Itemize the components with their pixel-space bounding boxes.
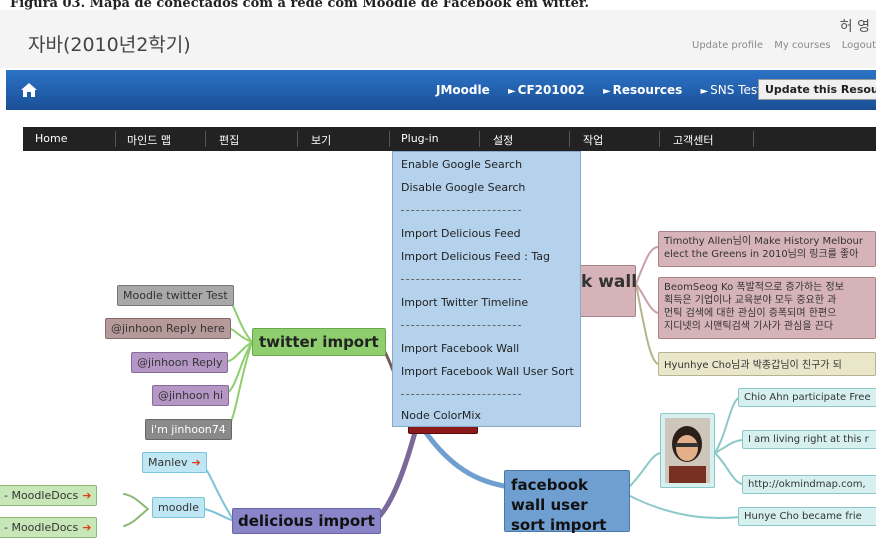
my-courses-link[interactable]: My courses (774, 40, 830, 51)
delicious-child-node[interactable]: moodle (152, 497, 205, 518)
logout-link[interactable]: Logout (842, 40, 876, 51)
menu-item-import-facebook-wall[interactable]: Import Facebook Wall (401, 342, 519, 355)
delicious-child-node[interactable]: - MoodleDocs ➔ (0, 517, 98, 538)
update-resource-button[interactable]: Update this Resource (758, 79, 876, 100)
delicious-child-label: - MoodleDocs (4, 489, 79, 502)
facebook-user-post[interactable]: http://okmindmap.com, (742, 475, 876, 494)
menu-divider (297, 131, 298, 147)
plugin-dropdown-menu: Enable Google Search Disable Google Sear… (392, 151, 581, 427)
menu-settings[interactable]: 설정 (493, 132, 513, 148)
facebook-wall-post[interactable]: Hyunhye Cho님과 박종갑님이 친구가 되 (658, 352, 876, 376)
link-deli-4 (123, 508, 149, 527)
link-fb-photo (629, 452, 661, 487)
menu-item-disable-google-search[interactable]: Disable Google Search (401, 181, 525, 194)
crumb-resources[interactable]: Resources (613, 83, 683, 97)
menu-home[interactable]: Home (35, 132, 67, 145)
delicious-child-label: - MoodleDocs (4, 521, 79, 534)
menu-divider (479, 131, 480, 147)
menu-separator (401, 279, 521, 280)
facebook-user-post[interactable]: Chio Ahn participate Free (738, 388, 876, 407)
facebook-wall-post[interactable]: BeomSeog Ko 폭발적으로 증가하는 정보 획득은 기업이나 교육분야 … (658, 277, 876, 339)
link-deli-3 (123, 493, 149, 510)
menu-item-import-facebook-wall-user-sort[interactable]: Import Facebook Wall User Sort (401, 365, 574, 378)
menu-support[interactable]: 고객센터 (673, 132, 713, 148)
link-wall-1 (635, 246, 659, 285)
crumb-jmoodle[interactable]: JMoodle (436, 83, 490, 97)
menu-item-enable-google-search[interactable]: Enable Google Search (401, 158, 522, 171)
twitter-child-node[interactable]: @jinhoon Reply (131, 352, 229, 373)
facebook-user-sort-node[interactable]: facebook wall user sort import (504, 470, 630, 534)
menu-mindmap[interactable]: 마인드 맵 (127, 132, 171, 148)
arrow-right-icon: ➔ (82, 521, 92, 534)
twitter-import-node[interactable]: twitter import (252, 328, 386, 356)
link-deli-1 (201, 464, 235, 522)
update-profile-link[interactable]: Update profile (692, 40, 763, 51)
facebook-user-post[interactable]: Hunye Cho became frie (738, 507, 876, 526)
menu-item-import-delicious-feed[interactable]: Import Delicious Feed (401, 227, 521, 240)
menu-tasks[interactable]: 작업 (583, 132, 603, 148)
menu-divider (205, 131, 206, 147)
menu-item-import-twitter-timeline[interactable]: Import Twitter Timeline (401, 296, 528, 309)
menu-plugin[interactable]: Plug-in (401, 132, 439, 145)
arrow-right-icon: ➔ (82, 489, 92, 502)
facebook-wall-post[interactable]: Timothy Allen님이 Make History Melbour ele… (658, 231, 876, 267)
menu-separator (401, 394, 521, 395)
crumb-arrow-icon: ► (700, 86, 709, 97)
home-icon[interactable] (20, 81, 38, 99)
figure-caption: Figura 03. Mapa de conectados com a rede… (10, 0, 590, 10)
person-avatar-icon (665, 418, 710, 483)
delicious-child-node[interactable]: - MoodleDocs ➔ (0, 485, 98, 506)
profile-photo[interactable] (660, 413, 715, 488)
delicious-import-node[interactable]: delicious import (232, 508, 381, 534)
site-header: 자바(2010년2학기) 허 영 Update profile My cours… (0, 10, 876, 68)
facebook-user-sort-label: facebook wall user sort import (511, 476, 607, 534)
arrow-right-icon: ➔ (191, 456, 201, 469)
menu-divider (659, 131, 660, 147)
menu-item-node-colormix[interactable]: Node ColorMix (401, 409, 481, 422)
course-title: 자바(2010년2학기) (28, 34, 191, 56)
twitter-child-node[interactable]: @jinhoon Reply here (105, 318, 231, 339)
menu-item-import-delicious-feed-tag[interactable]: Import Delicious Feed : Tag (401, 250, 550, 263)
menu-bar: Home 마인드 맵 편집 보기 Plug-in 설정 작업 고객센터 (23, 127, 876, 151)
twitter-child-node[interactable]: i'm jinhoon74 (145, 419, 232, 440)
menu-view[interactable]: 보기 (311, 132, 331, 148)
menu-divider (115, 131, 116, 147)
menu-divider (569, 131, 570, 147)
header-links: Update profile My courses Logout (684, 40, 876, 51)
delicious-child-node[interactable]: Manlev ➔ (142, 452, 207, 473)
crumb-arrow-icon: ► (602, 86, 611, 97)
menu-edit[interactable]: 편집 (219, 132, 239, 148)
link-fb-4 (629, 495, 741, 520)
crumb-arrow-icon: ► (507, 86, 516, 97)
twitter-child-node[interactable]: @jinhoon hi (152, 385, 230, 406)
breadcrumb: JMoodle ► CF201002 ► Resources ► SNS Test (436, 83, 776, 97)
crumb-course[interactable]: CF201002 (518, 83, 585, 97)
user-name[interactable]: 허 영 (840, 16, 870, 36)
link-fb-3 (714, 452, 743, 485)
facebook-user-post[interactable]: I am living right at this r (742, 430, 876, 449)
menu-divider (753, 131, 754, 147)
twitter-child-node[interactable]: Moodle twitter Test (117, 285, 234, 306)
crumb-sns-test: SNS Test (710, 83, 762, 97)
link-wall-3 (635, 283, 659, 365)
navbar: JMoodle ► CF201002 ► Resources ► SNS Test U… (6, 70, 876, 110)
menu-separator (401, 210, 521, 211)
menu-separator (401, 325, 521, 326)
delicious-child-label: Manlev (148, 456, 188, 469)
menu-divider (389, 131, 390, 147)
